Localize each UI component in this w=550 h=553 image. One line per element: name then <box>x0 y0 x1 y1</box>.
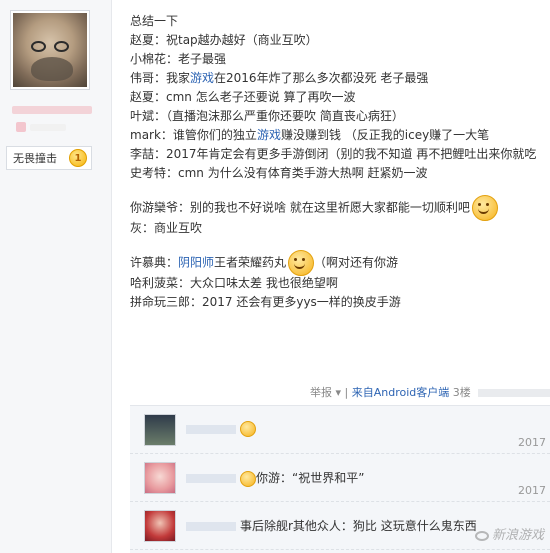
dropdown-icon[interactable]: ▾ <box>336 386 342 399</box>
badge-level-icon: 1 <box>69 149 87 167</box>
smile-emoji-icon <box>471 195 498 221</box>
post-text-tail: （啊对还有你游 <box>314 255 399 270</box>
reply-avatar[interactable] <box>144 414 176 446</box>
timestamp-redacted <box>478 389 550 397</box>
smile-emoji-icon <box>240 470 256 487</box>
beard-shape <box>31 57 73 81</box>
reply-list: 2017 你游：“祝世界和平” 2017 事后除舰r其他众人：狗比 这玩意什么鬼… <box>130 405 550 553</box>
avatar-image <box>13 13 87 87</box>
user-level-icon <box>16 122 26 132</box>
watermark: 新浪游戏 <box>474 524 544 543</box>
reply-avatar[interactable] <box>144 462 176 494</box>
reply-username-redacted[interactable] <box>186 424 236 434</box>
source-link[interactable]: 来自Android客户端 <box>352 386 450 399</box>
glasses-shape <box>31 41 69 55</box>
reply-text <box>186 421 256 437</box>
post-heading: 总结一下 <box>130 14 179 28</box>
post-footer: 举报 ▾ | 来自Android客户端 3楼 <box>310 384 550 400</box>
user-avatar[interactable] <box>10 10 90 90</box>
post-line: 李喆：2017年肯定会有更多手游倒闭（别的我不知道 再不把鲤吐出来你就吃 <box>130 147 537 161</box>
post-line: 赵夏：cmn 怎么老子还要说 算了再吹一波 <box>130 90 356 104</box>
user-panel: 无畏撞击 1 <box>0 0 112 553</box>
report-link[interactable]: 举报 <box>310 386 332 399</box>
reply-text: 你游：“祝世界和平” <box>186 469 364 487</box>
post-line: 史考特：cmn 为什么没有体育类手游大热啊 赶紧奶一波 <box>130 166 428 180</box>
reply-username-redacted[interactable] <box>186 522 236 531</box>
smile-emoji-icon <box>240 421 256 437</box>
post-line: 灰：商业互吹 <box>130 221 203 235</box>
post-line: mark：谁管你们的独立游戏赚没赚到钱 （反正我的icey赚了一大笔 <box>130 128 490 142</box>
post-line: 拼命玩三郎：2017 还会有更多yys一样的换皮手游 <box>130 295 401 309</box>
sina-eye-icon <box>474 530 489 541</box>
reply-item: 你游：“祝世界和平” 2017 <box>130 454 550 502</box>
smile-emoji-icon <box>288 250 315 276</box>
post-line-with-emoji: 许慕典：阴阳师王者荣耀药丸 （啊对还有你游 <box>130 250 550 276</box>
user-extra-redacted <box>30 124 66 131</box>
reply-avatar[interactable] <box>144 510 176 542</box>
reply-username-redacted[interactable] <box>186 474 236 483</box>
username-redacted[interactable] <box>12 106 92 114</box>
post-line: 小棉花：老子最强 <box>130 52 227 66</box>
post-text: 许慕典：阴阳师王者荣耀药丸 <box>130 255 287 270</box>
reply-text: 事后除舰r其他众人：狗比 这玩意什么鬼东西 <box>186 517 477 534</box>
post-line: 赵夏：祝tap越办越好（商业互吹） <box>130 33 318 47</box>
reply-item: 2017 <box>130 406 550 454</box>
user-badge[interactable]: 无畏撞击 1 <box>6 146 92 170</box>
floor-number: 3楼 <box>452 386 471 399</box>
post-line: 哈利菠菜：大众口味太差 我也很绝望啊 <box>130 276 338 290</box>
post-text: 你游欒爷：别的我也不好说啥 就在这里祈愿大家都能一切顺利吧 <box>130 200 470 215</box>
reply-date: 2017 <box>518 436 546 449</box>
post-line: 叶斌：（直播泡沫那么严重你还要吹 简直丧心病狂） <box>130 109 404 123</box>
post-line-with-emoji: 你游欒爷：别的我也不好说啥 就在这里祈愿大家都能一切顺利吧 <box>130 195 550 221</box>
badge-label: 无畏撞击 <box>13 152 57 165</box>
post-content: 总结一下 赵夏：祝tap越办越好（商业互吹） 小棉花：老子最强 伟哥：我家游戏在… <box>130 12 550 312</box>
post-line: 伟哥：我家游戏在2016年炸了那么多次都没死 老子最强 <box>130 71 429 85</box>
footer-separator: | <box>344 386 349 399</box>
reply-date: 2017 <box>518 484 546 497</box>
